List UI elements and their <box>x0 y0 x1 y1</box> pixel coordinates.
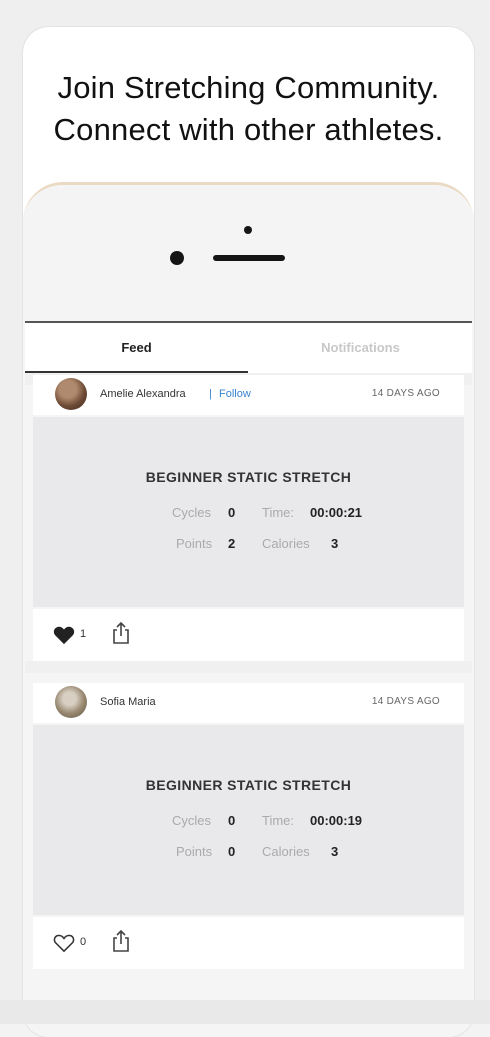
post-actions: 1 <box>33 609 464 661</box>
tab-notifications[interactable]: Notifications <box>249 323 472 371</box>
feed-post: Sofia Maria 14 DAYS AGO BEGINNER STATIC … <box>33 683 464 969</box>
calories-label: Calories <box>262 536 310 551</box>
post-username[interactable]: Sofia Maria <box>100 696 156 708</box>
headline-line-1: Join Stretching Community. <box>57 70 440 105</box>
post-timestamp: 14 DAYS AGO <box>371 388 440 399</box>
promo-card: Join Stretching Community. Connect with … <box>23 27 474 1037</box>
workout-summary[interactable]: BEGINNER STATIC STRETCH Cycles 0 Time: 0… <box>33 417 464 607</box>
heart-filled-icon[interactable] <box>53 625 75 645</box>
points-value: 2 <box>228 536 236 551</box>
like-count: 1 <box>80 628 87 640</box>
phone-mockup: Feed Notifications Amelie Alexandra | Fo… <box>23 182 474 1037</box>
heart-outline-icon[interactable] <box>53 933 75 953</box>
feed-post: Amelie Alexandra | Follow 14 DAYS AGO BE… <box>33 375 464 661</box>
points-label: Points <box>176 844 213 859</box>
app-screen: Feed Notifications Amelie Alexandra | Fo… <box>25 321 472 1037</box>
bottom-strip <box>0 1000 490 1024</box>
time-label: Time: <box>262 505 295 520</box>
time-value: 00:00:21 <box>310 505 363 520</box>
points-label: Points <box>176 536 213 551</box>
avatar[interactable] <box>55 686 87 718</box>
workout-title: BEGINNER STATIC STRETCH <box>145 469 352 485</box>
headline-line-2: Connect with other athletes. <box>53 112 444 147</box>
time-value: 00:00:19 <box>310 813 363 828</box>
tab-feed[interactable]: Feed <box>25 323 248 373</box>
cycles-value: 0 <box>228 813 236 828</box>
points-value: 0 <box>228 844 236 859</box>
workout-summary[interactable]: BEGINNER STATIC STRETCH Cycles 0 Time: 0… <box>33 725 464 915</box>
promo-headline: Join Stretching Community. Connect with … <box>23 67 474 151</box>
calories-value: 3 <box>331 536 339 551</box>
separator: | <box>209 388 212 400</box>
like-count: 0 <box>80 936 87 948</box>
sensor-icon <box>170 251 184 265</box>
avatar[interactable] <box>55 378 87 410</box>
cycles-value: 0 <box>228 505 236 520</box>
camera-icon <box>244 226 252 234</box>
phone-bezel-top <box>23 185 474 321</box>
cycles-label: Cycles <box>172 813 212 828</box>
time-label: Time: <box>262 813 295 828</box>
calories-label: Calories <box>262 844 310 859</box>
feed-gap <box>25 661 472 673</box>
post-actions: 0 <box>33 917 464 969</box>
tab-bar: Feed Notifications <box>25 323 472 373</box>
post-username[interactable]: Amelie Alexandra <box>100 388 186 400</box>
speaker-grille <box>213 255 285 261</box>
calories-value: 3 <box>331 844 339 859</box>
post-timestamp: 14 DAYS AGO <box>371 696 440 707</box>
share-icon[interactable] <box>111 929 131 953</box>
cycles-label: Cycles <box>172 505 212 520</box>
workout-title: BEGINNER STATIC STRETCH <box>145 777 352 793</box>
share-icon[interactable] <box>111 621 131 645</box>
post-header: Sofia Maria 14 DAYS AGO <box>33 683 464 723</box>
post-header: Amelie Alexandra | Follow 14 DAYS AGO <box>33 375 464 415</box>
follow-link[interactable]: Follow <box>219 388 251 400</box>
